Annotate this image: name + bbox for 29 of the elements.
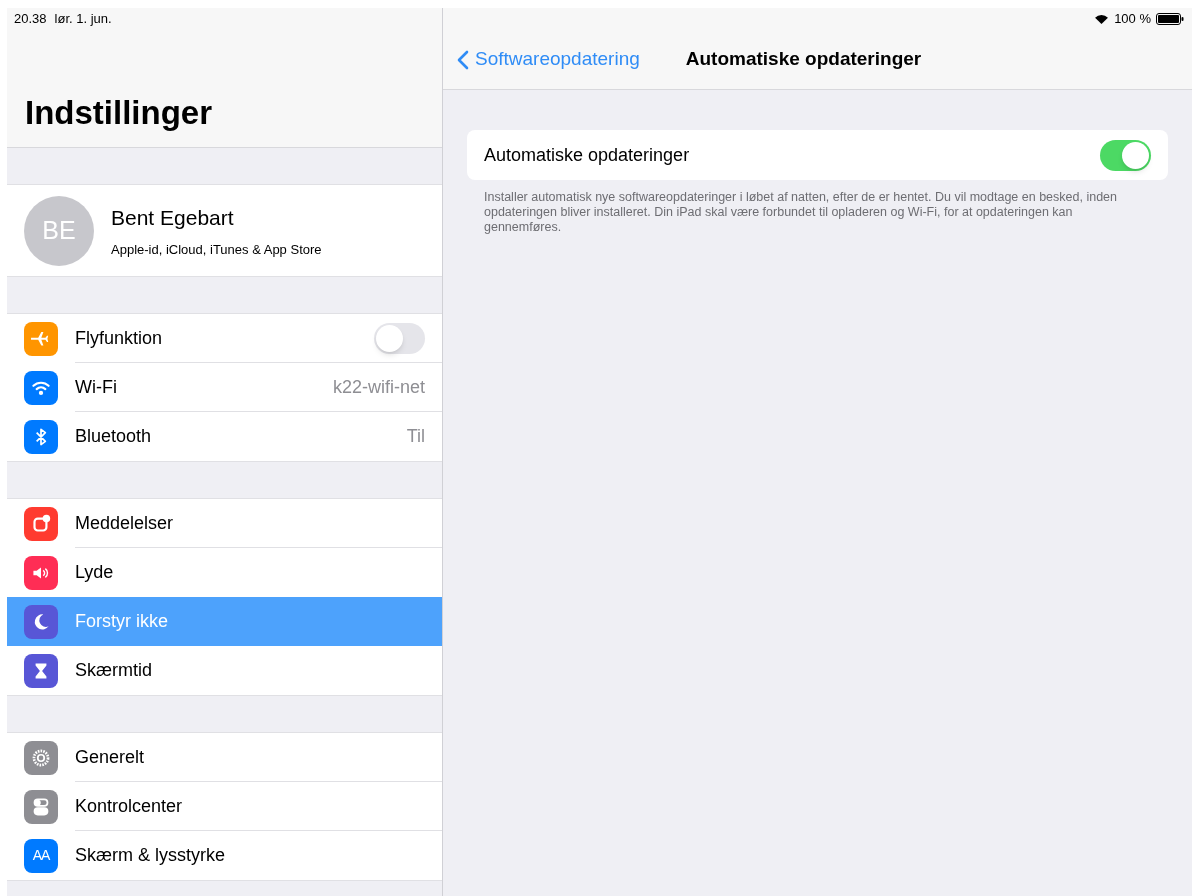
profile-name: Bent Egebart xyxy=(111,205,235,231)
toggle-switch[interactable] xyxy=(1100,139,1151,171)
row-value: Til xyxy=(406,425,425,448)
status-date: lør. 1. jun. xyxy=(54,10,112,29)
row-label: Skærmtid xyxy=(75,659,153,682)
row-label: Kontrolcenter xyxy=(75,794,184,818)
row-label: Forstyr ikke xyxy=(75,610,169,633)
setting-description: Installer automatisk nye softwareopdateringer i løbet af natten, efter de er hentet. Du vil modtage en besked, inden opdateringen bliver installeret. Din iPad skal være forbundet til opladeren og Wi-Fi, for at opdateringen kan gennemføres. xyxy=(483,190,1118,235)
setting-label: Automatiske opdateringer xyxy=(484,143,691,167)
battery-percent: 100 % xyxy=(1114,10,1151,29)
row-label: Generelt xyxy=(75,745,146,769)
toggle-switch[interactable] xyxy=(374,322,425,354)
avatar: BE xyxy=(24,195,94,266)
nav-title: Automatiske opdateringer xyxy=(685,47,922,72)
letters-icon: AA xyxy=(24,838,58,873)
row-value: k22-wifi-net xyxy=(332,375,425,399)
chevron-left-icon xyxy=(457,49,469,70)
profile-subtitle: Apple-id, iCloud, iTunes & App Store xyxy=(111,240,322,259)
row-label: Flyfunktion xyxy=(75,326,164,350)
wifi-icon xyxy=(1094,13,1110,25)
row-label: Bluetooth xyxy=(75,425,153,448)
sidebar-title: Indstillinger xyxy=(25,92,212,133)
row-label: Wi-Fi xyxy=(75,375,118,399)
row-label: Lyde xyxy=(75,561,115,584)
status-time: 20.38 xyxy=(14,10,47,29)
battery-icon xyxy=(1156,13,1184,25)
row-label: Meddelelser xyxy=(75,511,175,535)
profile-row[interactable]: BE Bent Egebart Apple-id, iCloud, iTunes & App Store xyxy=(7,184,442,277)
row-label: Skærm & lysstyrke xyxy=(75,844,226,867)
